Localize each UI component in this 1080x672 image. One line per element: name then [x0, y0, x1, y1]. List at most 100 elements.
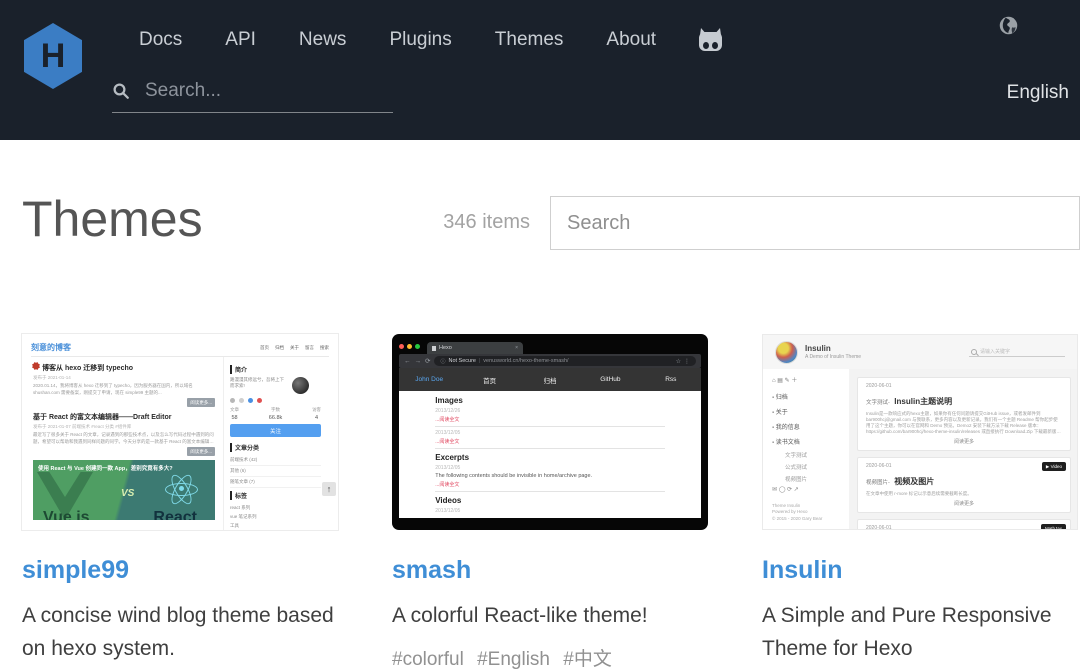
nav-link[interactable]: Themes [495, 29, 564, 51]
nav-link[interactable]: News [299, 29, 347, 51]
category-item: 随笔文章 (7) [230, 477, 322, 488]
preview-read-more: 阅读更多 [953, 439, 974, 445]
back-to-top-button: ↑ [322, 482, 336, 496]
preview-nav-item: 搜索 [320, 344, 329, 350]
sidebar-menu: 归档关于我的信息读书文档 [772, 389, 849, 449]
stat: 访客 4 [312, 407, 321, 421]
sidebar-submenu: 文字测试公式测试视频图片 [772, 449, 849, 485]
navbar-search[interactable] [112, 70, 393, 113]
github-icon[interactable] [699, 27, 723, 51]
preview-date: 2013/12/05 [435, 465, 461, 471]
seal-icon [32, 362, 40, 370]
sidebar-submenu-item: 视频图片 [785, 477, 808, 483]
preview-site-nav: John Doe 首页 归档 GitHub Rss [399, 368, 701, 391]
preview-nav-item: Rss [665, 376, 677, 383]
tag-list: react 系列vue 笔记系列工具建站手册及问题笔记组件库 [230, 503, 329, 530]
preview-site-title: Insulin [805, 344, 831, 353]
sidebar-section-header: 标签 [230, 491, 329, 500]
sidebar-footer-text: Theme Insulin Powered by Hexo © 2015 - 202… [772, 503, 822, 523]
sidebar-menu-item: 我的信息 [772, 419, 849, 434]
navbar-search-input[interactable] [143, 79, 367, 103]
preview-post-title: 博客从 hexo 迁移到 typecho [32, 362, 215, 373]
preview-nav-item: 归档 [275, 344, 284, 350]
language-selector[interactable]: English [1007, 82, 1069, 104]
back-icon: ← [404, 357, 411, 365]
logo-letter: H [40, 37, 66, 75]
social-icons-row [230, 398, 329, 403]
preview-sidebar: ⌂ ▤ ✎ ＋ 归档关于我的信息读书文档 文字测试公式测试视频图片 ✉ ◯ ⟳ … [763, 369, 849, 529]
preview-date: 2013/12/05 [435, 430, 461, 436]
banner-right-text: React [153, 509, 197, 520]
theme-name-link[interactable]: smash [392, 556, 708, 585]
preview-site-header: Insulin A Demo of Insulin Theme 请输入关键字 [763, 335, 1077, 369]
nav-link[interactable]: API [225, 29, 256, 51]
follow-button: 关注 [230, 424, 322, 437]
preview-nav-item: 首页 [260, 344, 269, 350]
theme-name-link[interactable]: simple99 [22, 556, 338, 585]
banner-left-text: Vue is [43, 509, 90, 520]
preview-post: ▶ Video 2020-06-01 视频图片- 视频及图片 在文章中使用 r-… [857, 457, 1071, 513]
theme-preview-simple99[interactable]: 刻意的博客 首页 归档 关于 留言 搜索 博客从 hexo 迁移到 typecho 发布… [22, 334, 338, 530]
category-list: 前端技术 (42) 其他 (6) 随笔文章 (7) [230, 455, 329, 488]
avatar [775, 340, 798, 364]
themes-grid: 刻意的博客 首页 归档 关于 留言 搜索 博客从 hexo 迁移到 typecho 发布… [22, 334, 1078, 671]
preview-post-title-text: 基于 React 的富文本编辑器——Draft Editor [33, 414, 172, 421]
nav-link[interactable]: About [606, 29, 656, 51]
post-badge: MathJax [1040, 524, 1066, 529]
category-item: 前端技术 (42) [230, 455, 322, 466]
sidebar-submenu-item: 公式测试 [785, 465, 808, 471]
theme-name-link[interactable]: Insulin [762, 556, 1078, 585]
items-count: 346 items [443, 211, 530, 233]
banner-title: 使用 React 与 Vue 创建同一款 App，差别究竟有多大? [38, 466, 173, 472]
overflow-menu-icon: ⋮ [684, 358, 690, 365]
preview-blog-title: 刻意的博客 [31, 343, 71, 352]
stat: 字数 66.8k [269, 407, 282, 421]
hexo-logo[interactable]: H [24, 23, 82, 89]
preview-nav-item: GitHub [600, 376, 621, 383]
preview-search-placeholder: 请输入关键字 [980, 349, 1011, 355]
nav-link[interactable]: Docs [139, 29, 182, 51]
globe-icon[interactable] [998, 15, 1019, 36]
url-text: venusworld.cn/hexo-theme-smash/ [483, 358, 569, 364]
theme-card-smash: Hexo × ← → ⟳ ⓘ Not Secure | venusworld.c… [392, 334, 708, 671]
preview-post-excerpt: 在文章中使用 r-more 标记以示意后续需要截断长度。 [866, 491, 972, 496]
preview-post-meta: 发布于 2021-01-07 前端技术 #react 分类 #组件库 [33, 424, 132, 429]
preview-heading: Videos [435, 496, 462, 505]
themes-search-input[interactable] [550, 196, 1080, 250]
theme-tags: #colorful #English #中文 [392, 649, 612, 670]
browser-tabbar: Hexo × [399, 339, 701, 354]
stat-label: 访客 [312, 407, 322, 412]
sidebar-intro: 路漫漫其修远兮，吾将上下而求索! [230, 377, 329, 394]
tag-item: react 系列 [230, 504, 251, 510]
preview-post-excerpt: 2020.01.14，我将博客从 hexo 迁移到了 typecho，因为服务器… [33, 383, 193, 395]
nav-link-list: Docs API News Plugins Themes About [139, 29, 656, 51]
sidebar-submenu-item: 文字测试 [785, 453, 808, 459]
preview-nav-item: 关于 [290, 344, 299, 350]
preview-read-more-button: 阅读更多... [187, 447, 215, 456]
preview-post-column: 博客从 hexo 迁移到 typecho 发布于 2021-01-14 2020… [31, 357, 223, 530]
tag-item: vue 笔记系列 [230, 513, 257, 519]
traffic-light-close-icon [399, 344, 404, 349]
tag-item: 工具 [230, 522, 239, 528]
security-label: Not Secure [448, 358, 476, 364]
theme-preview-insulin[interactable]: Insulin A Demo of Insulin Theme 请输入关键字 ⌂… [762, 334, 1078, 530]
stat-value: 66.8k [268, 415, 283, 421]
octoface-eye [703, 41, 710, 49]
preview-date: 2020-06-01 [866, 525, 892, 530]
preview-heading: Images [435, 396, 463, 405]
sidebar-footer-icons: ✉ ◯ ⟳ ↗ [772, 487, 799, 493]
preview-site-subtitle: A Demo of Insulin Theme [805, 354, 862, 360]
theme-preview-smash[interactable]: Hexo × ← → ⟳ ⓘ Not Secure | venusworld.c… [392, 334, 708, 530]
sidebar-menu-item: 关于 [772, 404, 849, 419]
preview-date: 2020-06-01 [866, 463, 892, 469]
preview-text: The following contents should be invisib… [435, 473, 593, 479]
post-title-prefix: 文字测试- [866, 400, 890, 406]
avatar [292, 377, 309, 394]
preview-post-title: 基于 React 的富文本编辑器——Draft Editor [33, 412, 215, 422]
theme-description: A Simple and Pure Responsive Theme for H… [762, 604, 1052, 660]
page-icon [432, 345, 436, 351]
traffic-light-minimize-icon [407, 344, 412, 349]
nav-link[interactable]: Plugins [389, 29, 451, 51]
browser-urlbar: ← → ⟳ ⓘ Not Secure | venusworld.cn/hexo-… [399, 354, 701, 368]
banner-vs-text: VS [121, 488, 135, 499]
